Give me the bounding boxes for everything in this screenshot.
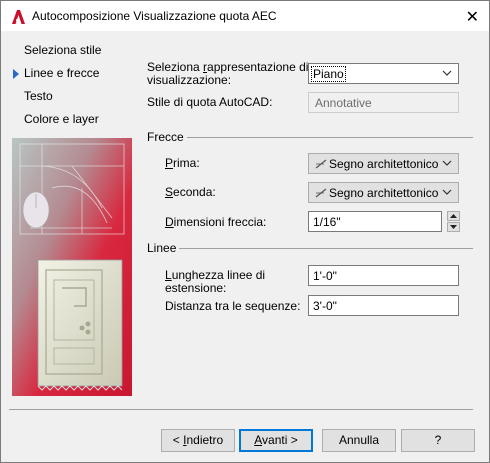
display-representation-label-line2: visualizzazione: (147, 73, 232, 87)
autocad-dimstyle-field: Annotative (308, 92, 459, 113)
display-representation-value: Piano (311, 66, 346, 82)
second-arrow-value-wrap: Segno architettonico (315, 186, 438, 200)
extension-length-input[interactable]: 1'-0" (308, 265, 459, 286)
spin-up-icon (450, 214, 457, 218)
step-seleziona-stile: Seleziona stile (24, 43, 102, 57)
display-representation-label: Seleziona rappresentazione di (147, 60, 309, 74)
second-arrow-value: Segno architettonico (329, 186, 439, 200)
chain-distance-value: 3'-0" (313, 299, 337, 313)
first-arrow-value-wrap: Segno architettonico (315, 157, 438, 171)
architectural-tick-icon (315, 159, 327, 169)
first-arrow-label: Prima: (165, 156, 200, 170)
title-bar: Autocomposizione Visualizzazione quota A… (1, 1, 489, 31)
cancel-button[interactable]: Annulla (322, 429, 396, 452)
extension-length-value: 1'-0" (313, 269, 337, 283)
second-arrow-label: Seconda: (165, 185, 216, 199)
arrows-group-title: Frecce (147, 130, 184, 144)
chevron-down-icon (442, 160, 452, 166)
extension-length-label-line2: estensione: (165, 281, 227, 295)
footer-separator (9, 409, 473, 410)
architectural-tick-icon (315, 188, 327, 198)
first-arrow-select[interactable]: Segno architettonico (308, 153, 459, 174)
spin-down-icon (450, 225, 457, 229)
wizard-illustration (12, 138, 132, 396)
first-arrow-value: Segno architettonico (329, 157, 439, 171)
autocad-dimstyle-value: Annotative (315, 96, 372, 110)
arrow-size-label: Dimensioni freccia: (165, 215, 267, 229)
arrows-group-divider (187, 137, 473, 138)
window-title: Autocomposizione Visualizzazione quota A… (32, 9, 277, 23)
lines-group-divider (179, 248, 473, 249)
step-testo: Testo (24, 89, 53, 103)
arrow-size-value: 1/16" (313, 215, 341, 229)
step-linee-e-frecce: Linee e frecce (24, 66, 100, 80)
dialog-window: Autocomposizione Visualizzazione quota A… (0, 0, 490, 463)
autocad-dimstyle-label: Stile di quota AutoCAD: (147, 95, 273, 109)
chain-distance-input[interactable]: 3'-0" (308, 295, 459, 316)
chevron-down-icon (442, 70, 452, 76)
help-button[interactable]: ? (401, 429, 475, 452)
next-button[interactable]: Avanti > (239, 429, 313, 452)
step-colore-e-layer: Colore e layer (24, 112, 99, 126)
chevron-down-icon (442, 189, 452, 195)
autocad-logo-icon (12, 10, 25, 24)
extension-length-label: Lunghezza linee di (165, 268, 266, 282)
chain-distance-label: Distanza tra le sequenze: (165, 299, 301, 313)
close-icon[interactable]: ✕ (466, 7, 479, 27)
arrow-size-spin-up[interactable] (447, 211, 460, 221)
display-representation-select[interactable]: Piano (308, 63, 459, 84)
arrow-size-input[interactable]: 1/16" (308, 211, 442, 232)
lines-group-title: Linee (147, 241, 177, 255)
back-button[interactable]: < Indietro (161, 429, 235, 452)
second-arrow-select[interactable]: Segno architettonico (308, 182, 459, 203)
current-step-arrow-icon (13, 69, 19, 79)
arrow-size-spin-down[interactable] (447, 222, 460, 232)
